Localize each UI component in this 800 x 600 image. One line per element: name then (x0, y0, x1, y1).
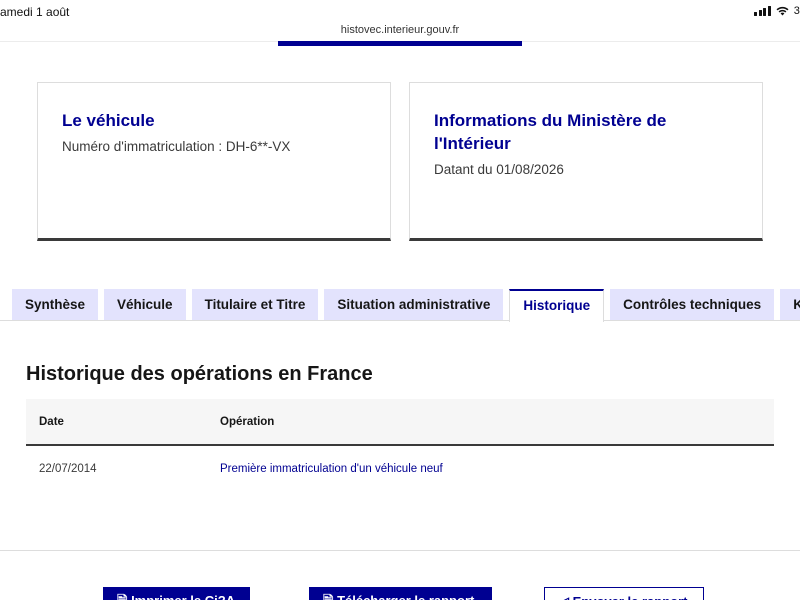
tab-situation-administrative[interactable]: Situation administrative (324, 289, 504, 321)
vehicle-card-title: Le véhicule (62, 111, 155, 130)
ministry-card-date: Datant du 01/08/2026 (434, 162, 564, 177)
tab-vehicule[interactable]: Véhicule (104, 289, 186, 321)
send-report-button[interactable]: ◁ Envoyer le rapport (544, 587, 704, 600)
tab-kilometrage[interactable]: Kilo (780, 289, 800, 321)
status-bar: Samedi 1 août 36 (0, 0, 800, 24)
table-row: 22/07/2014 Première immatriculation d'un… (26, 445, 774, 491)
header-accent-bar (278, 41, 522, 46)
address-bar-url[interactable]: histovec.interieur.gouv.fr (0, 24, 800, 36)
tab-synthese[interactable]: Synthèse (12, 289, 99, 321)
table-header-row: Date Opération (26, 399, 774, 445)
status-indicators: 36 (754, 5, 800, 17)
column-header-operation: Opération (220, 415, 275, 428)
historique-panel: Historique des opérations en France Date… (0, 320, 800, 551)
print-button[interactable]: 🗎 Imprimer le Ci?A (103, 587, 250, 600)
registration-number: Numéro d'immatriculation : DH-6**-VX (62, 139, 291, 154)
panel-title: Historique des opérations en France (26, 363, 373, 385)
vehicle-card: Le véhicule Numéro d'immatriculation : D… (37, 82, 391, 241)
battery-percent: 36 (793, 5, 800, 17)
status-time: Samedi 1 août (0, 5, 70, 19)
ministry-info-card: Informations du Ministère de l'Intérieur… (409, 82, 763, 241)
tab-historique[interactable]: Historique (509, 289, 605, 322)
cellular-signal-icon (754, 6, 771, 16)
row-date: 22/07/2014 (39, 462, 97, 475)
row-operation: Première immatriculation d'un véhicule n… (220, 462, 443, 475)
tab-titulaire-titre[interactable]: Titulaire et Titre (191, 289, 319, 321)
tab-controles-techniques[interactable]: Contrôles techniques (610, 289, 775, 321)
tab-bar: Synthèse Véhicule Titulaire et Titre Sit… (12, 289, 800, 322)
wifi-icon (776, 6, 789, 16)
download-report-button[interactable]: 🗎 Télécharger le rapport (309, 587, 492, 600)
operations-table: Date Opération 22/07/2014 Première immat… (26, 399, 774, 491)
ministry-card-title-line1: Informations du Ministère de (434, 111, 667, 130)
ministry-card-title: Informations du Ministère de l'Intérieur (434, 109, 738, 155)
ministry-card-title-line2: l'Intérieur (434, 134, 511, 153)
column-header-date: Date (39, 415, 64, 428)
